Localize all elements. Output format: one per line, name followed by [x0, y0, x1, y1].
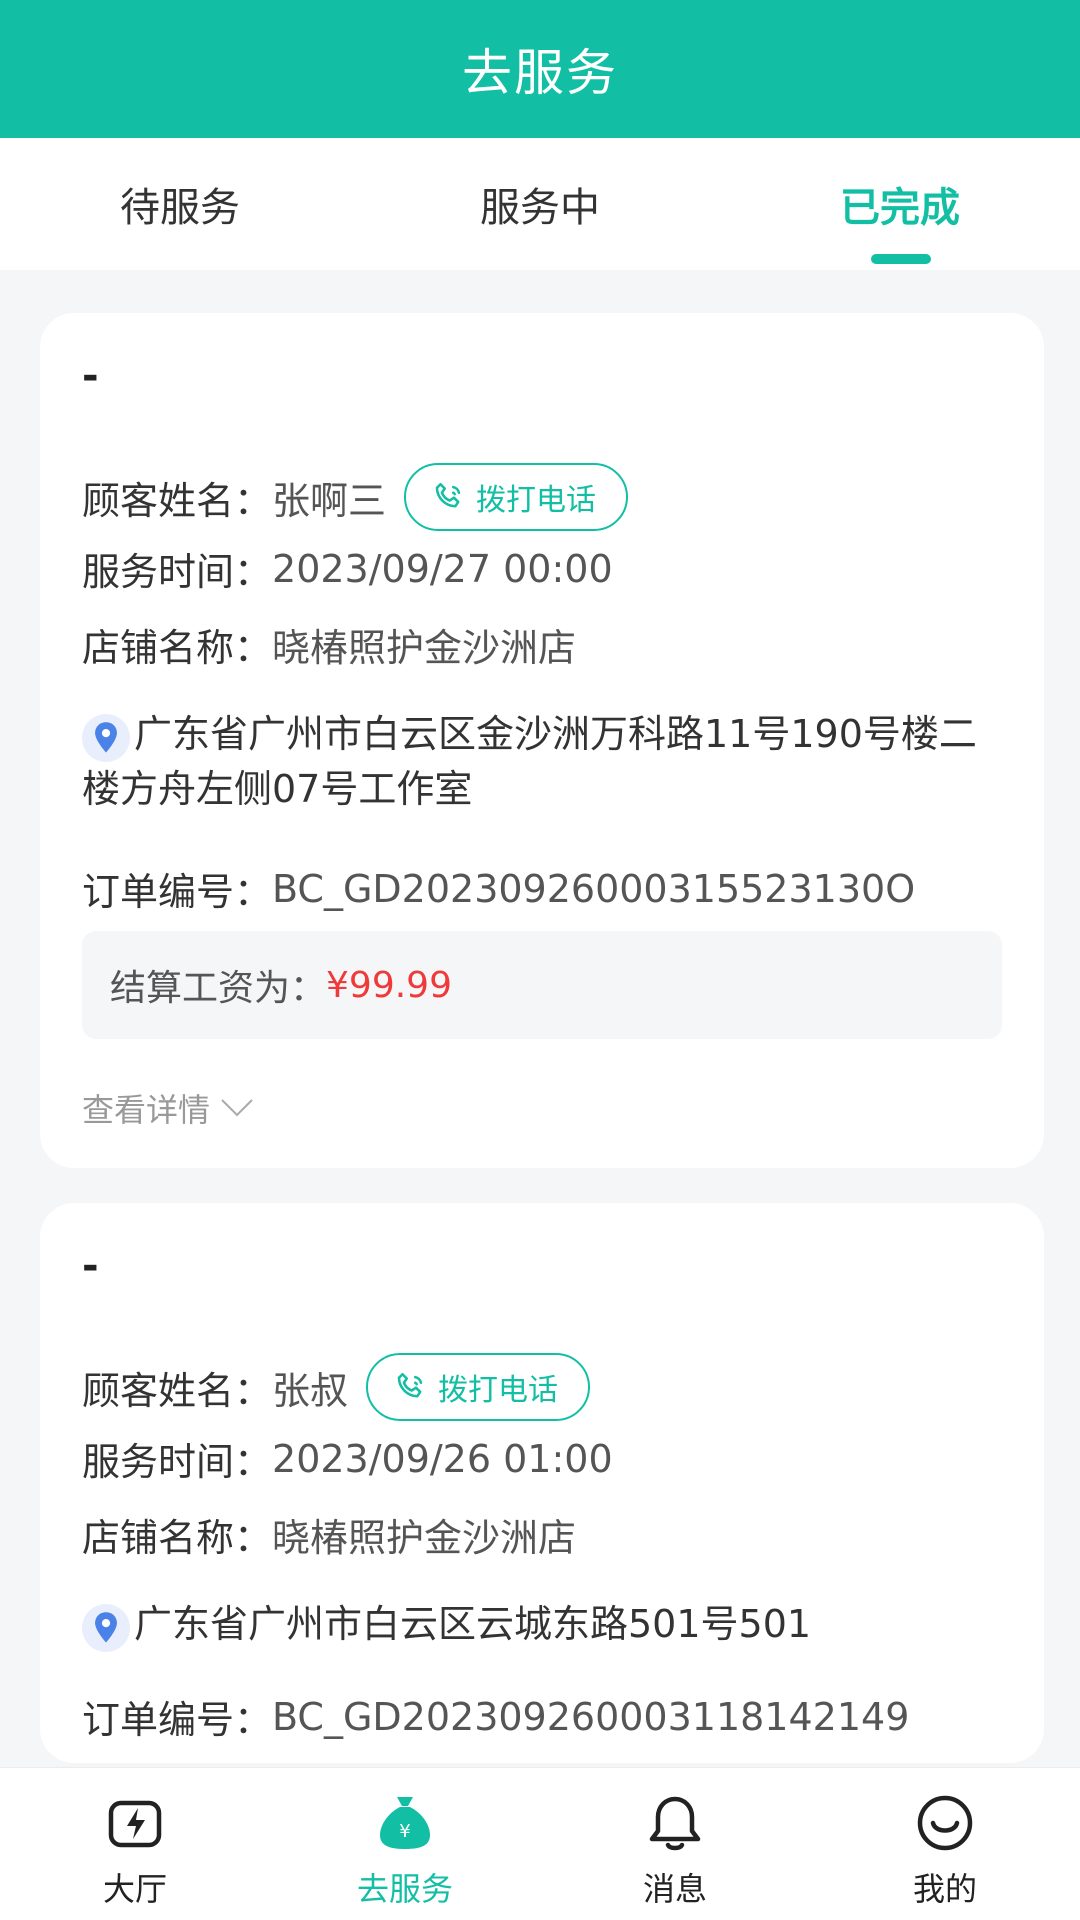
order-title: - [82, 353, 99, 399]
settlement-amount: ¥99.99 [326, 964, 452, 1006]
money-bag-icon: ¥ [375, 1790, 435, 1856]
tabbar-item-mine[interactable]: 我的 [810, 1768, 1080, 1920]
tabbar-label: 消息 [642, 1870, 707, 1908]
tab-pending[interactable]: 待服务 [0, 138, 360, 270]
store-row: 店铺名称： 晓椿照护金沙洲店 [82, 1507, 576, 1562]
address: 广东省广州市白云区金沙洲万科路11号190号楼二楼方舟左侧07号工作室 [82, 707, 1012, 816]
phone-icon [435, 482, 461, 508]
tabbar-item-messages[interactable]: 消息 [540, 1768, 810, 1920]
order-number-label: 订单编号： [82, 870, 273, 914]
view-details-label: 查看详情 [82, 1091, 211, 1129]
tab-completed[interactable]: 已完成 [720, 138, 1080, 270]
active-tab-indicator [871, 254, 931, 264]
store-row: 店铺名称： 晓椿照护金沙洲店 [82, 617, 576, 672]
customer-row: 顾客姓名： 张叔 拨打电话 [82, 1353, 591, 1421]
app-header: 去服务 [0, 0, 1080, 138]
service-time-label: 服务时间： [82, 550, 273, 594]
phone-icon [397, 1372, 423, 1398]
service-time-value: 2023/09/27 00:00 [272, 546, 613, 591]
tabbar-label: 去服务 [356, 1870, 453, 1908]
store-value: 晓椿照护金沙洲店 [272, 626, 577, 670]
customer-name: 张叔 [272, 1368, 349, 1413]
order-number-label: 订单编号： [82, 1698, 273, 1742]
tabbar-label: 我的 [912, 1870, 977, 1908]
svg-text:¥: ¥ [399, 1821, 410, 1842]
order-number-row: 订单编号： BC_GD20230926000315523130O [82, 861, 915, 916]
address-text: 广东省广州市白云区金沙洲万科路11号190号楼二楼方舟左侧07号工作室 [82, 712, 977, 811]
view-details-link[interactable]: 查看详情 [82, 1085, 254, 1131]
order-number-row: 订单编号： BC_GD20230926000311814214​9 [82, 1689, 909, 1744]
bottom-tab-bar: 大厅 ¥ 去服务 消息 我的 [0, 1767, 1080, 1920]
service-time-row: 服务时间： 2023/09/27 00:00 [82, 541, 613, 596]
call-button[interactable]: 拨打电话 [404, 463, 629, 531]
order-title: - [82, 1243, 99, 1289]
store-value: 晓椿照护金沙洲店 [272, 1516, 577, 1560]
chevron-down-icon [221, 1099, 253, 1117]
order-number-value: BC_GD20230926000315523130O [272, 866, 916, 911]
tabbar-item-hall[interactable]: 大厅 [0, 1768, 270, 1920]
tab-in-service[interactable]: 服务中 [360, 138, 720, 270]
settlement-box: 结算工资为： ¥99.99 [82, 931, 1002, 1039]
tabbar-item-service[interactable]: ¥ 去服务 [270, 1768, 540, 1920]
customer-name: 张啊三 [272, 478, 387, 523]
order-number-value: BC_GD20230926000311814214​9 [272, 1694, 910, 1739]
call-button-label: 拨打电话 [476, 483, 597, 518]
order-card: - 顾客姓名： 张叔 拨打电话 服务时间： 2023/09/26 01:00 店… [40, 1203, 1044, 1763]
call-button[interactable]: 拨打电话 [366, 1353, 591, 1421]
smiley-icon [915, 1790, 975, 1856]
settlement-label: 结算工资为： [110, 968, 327, 1009]
service-time-label: 服务时间： [82, 1440, 273, 1484]
page-title: 去服务 [462, 44, 618, 102]
order-card: - 顾客姓名： 张啊三 拨打电话 服务时间： 2023/09/27 00:00 … [40, 313, 1044, 1168]
tabbar-label: 大厅 [102, 1870, 167, 1908]
service-time-row: 服务时间： 2023/09/26 01:00 [82, 1431, 613, 1486]
location-pin-icon [82, 714, 130, 762]
customer-row: 顾客姓名： 张啊三 拨打电话 [82, 463, 629, 531]
location-pin-icon [82, 1604, 130, 1652]
service-time-value: 2023/09/26 01:00 [272, 1436, 613, 1481]
lightning-icon [106, 1790, 164, 1856]
store-label: 店铺名称： [82, 626, 273, 670]
address: 广东省广州市白云区云城东路501号501 [82, 1597, 1012, 1652]
bell-icon [646, 1790, 704, 1856]
address-text: 广东省广州市白云区云城东路501号501 [134, 1602, 812, 1646]
store-label: 店铺名称： [82, 1516, 273, 1560]
customer-label: 顾客姓名： [82, 478, 273, 523]
call-button-label: 拨打电话 [438, 1373, 559, 1408]
status-tabs: 待服务 服务中 已完成 [0, 138, 1080, 270]
customer-label: 顾客姓名： [82, 1368, 273, 1413]
